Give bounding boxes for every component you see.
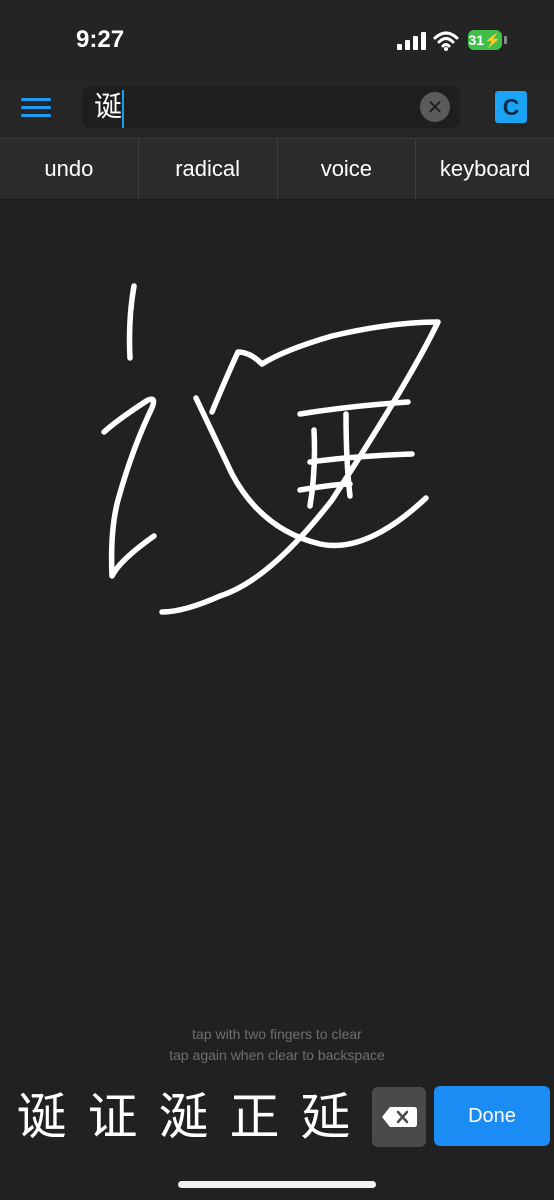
status-time: 9:27 bbox=[76, 26, 125, 53]
ink-stroke bbox=[307, 451, 415, 465]
hamburger-icon-line bbox=[21, 106, 51, 109]
c-button[interactable]: C bbox=[495, 91, 527, 123]
top-toolbar: 诞 ✕ C bbox=[0, 80, 554, 139]
candidate-list: 诞 证 涎 正 延 bbox=[6, 1086, 361, 1148]
clear-input-button[interactable]: ✕ bbox=[420, 92, 450, 122]
ink-stroke bbox=[126, 283, 137, 361]
candidate-char[interactable]: 证 bbox=[77, 1086, 148, 1148]
candidate-char[interactable]: 延 bbox=[290, 1086, 361, 1148]
home-indicator[interactable] bbox=[178, 1181, 376, 1188]
tab-keyboard[interactable]: keyboard bbox=[416, 139, 554, 199]
done-button[interactable]: Done bbox=[434, 1086, 550, 1146]
tab-radical[interactable]: radical bbox=[139, 139, 278, 199]
tab-undo[interactable]: undo bbox=[0, 139, 139, 199]
status-bar: 9:27 31⚡ bbox=[0, 0, 554, 80]
ink-stroke bbox=[307, 427, 318, 509]
menu-button[interactable] bbox=[18, 92, 54, 124]
backspace-button[interactable] bbox=[372, 1087, 426, 1147]
close-icon: ✕ bbox=[426, 95, 444, 119]
handwriting-strokes bbox=[101, 283, 441, 615]
candidate-char[interactable]: 正 bbox=[219, 1086, 290, 1148]
text-caret bbox=[122, 90, 124, 128]
wifi-icon bbox=[433, 31, 459, 51]
ink-stroke bbox=[101, 396, 157, 579]
battery-tip bbox=[504, 36, 507, 44]
ink-stroke bbox=[159, 319, 441, 615]
handwriting-canvas[interactable]: tap with two fingers to clear tap again … bbox=[0, 200, 554, 1080]
battery-level: 31⚡ bbox=[468, 30, 502, 50]
battery-icon: 31⚡ bbox=[468, 30, 508, 52]
cellular-signal-icon bbox=[397, 32, 426, 50]
hamburger-icon bbox=[21, 98, 51, 101]
backspace-icon bbox=[382, 1107, 417, 1127]
search-input[interactable]: 诞 ✕ bbox=[82, 86, 460, 128]
canvas-hint-backspace: tap again when clear to backspace bbox=[169, 1047, 385, 1063]
candidate-char[interactable]: 涎 bbox=[148, 1086, 219, 1148]
input-mode-tabs: undo radical voice keyboard bbox=[0, 139, 554, 200]
candidate-char[interactable]: 诞 bbox=[6, 1086, 77, 1148]
tab-voice[interactable]: voice bbox=[278, 139, 417, 199]
search-input-value: 诞 bbox=[94, 90, 123, 123]
hamburger-icon-line bbox=[21, 114, 51, 117]
ink-stroke bbox=[297, 481, 353, 493]
canvas-hint-clear: tap with two fingers to clear bbox=[192, 1026, 362, 1042]
